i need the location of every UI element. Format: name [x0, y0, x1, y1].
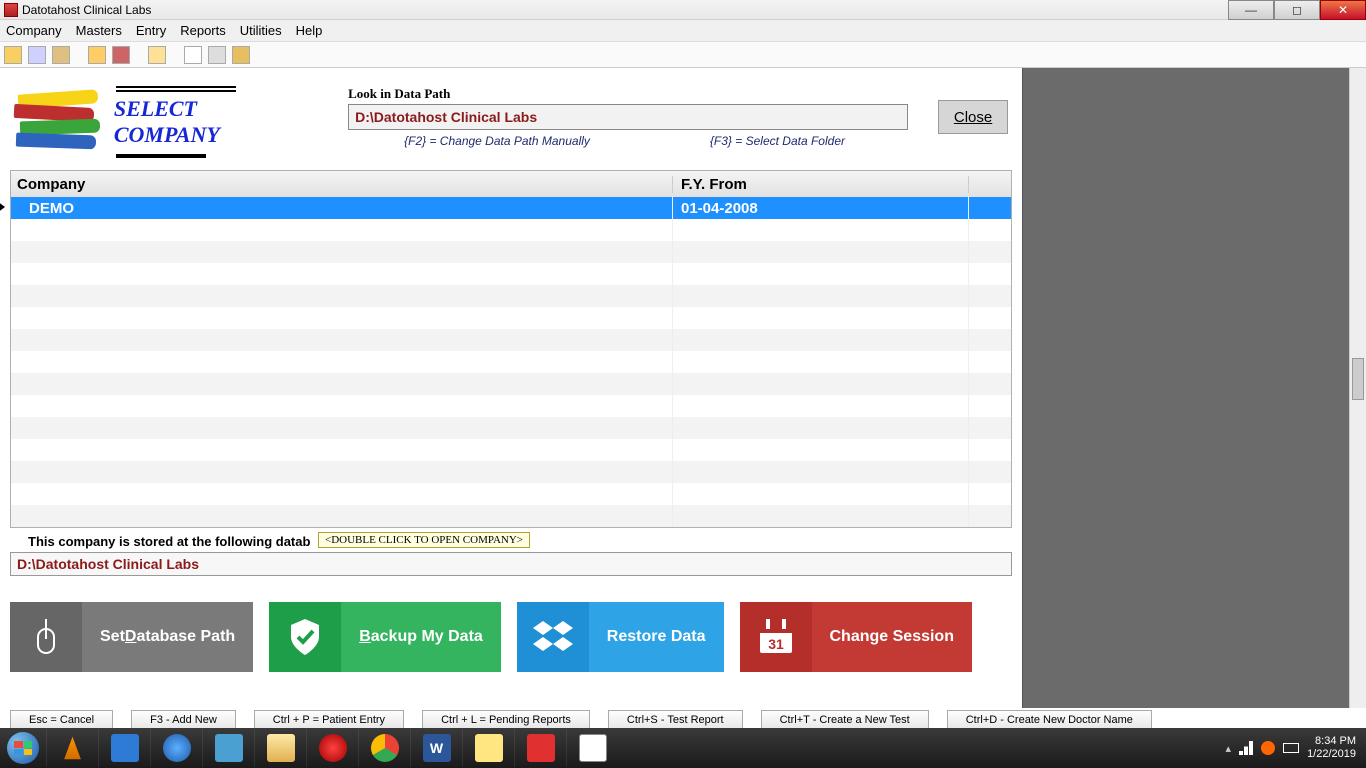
window-title: Datotahost Clinical Labs — [22, 3, 151, 17]
shortcut-bar: Esc = Cancel F3 - Add New Ctrl + P = Pat… — [0, 708, 1366, 728]
stored-label: This company is stored at the following … — [28, 534, 310, 549]
change-session-button[interactable]: 31 Change Session — [740, 602, 972, 672]
toolbar-icon-2[interactable] — [28, 46, 46, 64]
shortcut-esc[interactable]: Esc = Cancel — [10, 710, 113, 728]
menu-utilities[interactable]: Utilities — [240, 23, 282, 38]
taskbar-app-red[interactable] — [514, 729, 566, 767]
col-company[interactable]: Company — [11, 176, 673, 193]
taskbar-app-notes[interactable] — [462, 729, 514, 767]
menu-reports[interactable]: Reports — [180, 23, 226, 38]
toolbar — [0, 42, 1366, 68]
taskbar-app-opera[interactable] — [306, 729, 358, 767]
toolbar-icon-5[interactable] — [112, 46, 130, 64]
menu-entry[interactable]: Entry — [136, 23, 166, 38]
toolbar-icon-7[interactable] — [184, 46, 202, 64]
cell-company: DEMO — [29, 200, 74, 217]
side-gray-panel — [1022, 68, 1366, 728]
dropbox-icon — [517, 602, 589, 672]
shield-check-icon — [269, 602, 341, 672]
window-minimize-button[interactable]: — — [1228, 0, 1274, 20]
shortcut-f3[interactable]: F3 - Add New — [131, 710, 236, 728]
tray-chevron-icon[interactable]: ▴ — [1226, 742, 1232, 755]
scrollbar[interactable] — [1349, 68, 1366, 728]
mouse-icon — [10, 602, 82, 672]
taskbar-app-2[interactable] — [98, 729, 150, 767]
window-titlebar: Datotahost Clinical Labs — ◻ ✕ — [0, 0, 1366, 20]
data-path-label: Look in Data Path — [348, 86, 908, 102]
hint-f2: {F2} = Change Data Path Manually — [404, 134, 590, 148]
restore-data-button[interactable]: Restore Data — [517, 602, 724, 672]
table-row[interactable]: DEMO 01-04-2008 — [11, 197, 1011, 219]
main-panel: SELECT COMPANY Look in Data Path {F2} = … — [0, 68, 1022, 728]
tray-avast-icon[interactable] — [1261, 741, 1275, 755]
menu-help[interactable]: Help — [296, 23, 323, 38]
taskbar-app-vlc[interactable] — [46, 729, 98, 767]
calendar-icon: 31 — [740, 602, 812, 672]
taskbar-app-explorer[interactable] — [254, 729, 306, 767]
toolbar-icon-8[interactable] — [208, 46, 226, 64]
app-icon — [4, 3, 18, 17]
tray-battery-icon[interactable] — [1283, 743, 1299, 753]
tray-clock[interactable]: 8:34 PM 1/22/2019 — [1307, 735, 1356, 761]
hint-f3: {F3} = Select Data Folder — [710, 134, 845, 148]
shortcut-ctrl-l[interactable]: Ctrl + L = Pending Reports — [422, 710, 590, 728]
taskbar-app-chrome[interactable] — [358, 729, 410, 767]
svg-text:31: 31 — [768, 636, 784, 652]
shortcut-ctrl-p[interactable]: Ctrl + P = Patient Entry — [254, 710, 404, 728]
window-maximize-button[interactable]: ◻ — [1274, 0, 1320, 20]
shortcut-ctrl-s[interactable]: Ctrl+S - Test Report — [608, 710, 743, 728]
toolbar-icon-6[interactable] — [148, 46, 166, 64]
toolbar-icon-3[interactable] — [52, 46, 70, 64]
close-button[interactable]: Close — [938, 100, 1008, 134]
cell-fy: 01-04-2008 — [681, 200, 758, 217]
data-path-input[interactable] — [348, 104, 908, 130]
shortcut-ctrl-t[interactable]: Ctrl+T - Create a New Test — [761, 710, 929, 728]
taskbar-app-current[interactable] — [566, 729, 618, 767]
taskbar-app-word[interactable]: W — [410, 729, 462, 767]
backup-my-data-button[interactable]: Backup My Data — [269, 602, 501, 672]
shortcut-ctrl-d[interactable]: Ctrl+D - Create New Doctor Name — [947, 710, 1152, 728]
col-fy-from[interactable]: F.Y. From — [673, 176, 969, 193]
menu-company[interactable]: Company — [6, 23, 62, 38]
window-close-button[interactable]: ✕ — [1320, 0, 1366, 20]
toolbar-icon-1[interactable] — [4, 46, 22, 64]
menu-bar: Company Masters Entry Reports Utilities … — [0, 20, 1366, 42]
double-click-hint: <DOUBLE CLICK TO OPEN COMPANY> — [318, 532, 530, 548]
toolbar-icon-4[interactable] — [88, 46, 106, 64]
set-database-path-button[interactable]: Set Database Path — [10, 602, 253, 672]
page-title: SELECT COMPANY — [114, 92, 308, 152]
start-button[interactable] — [0, 728, 46, 768]
books-icon — [14, 86, 104, 156]
stored-path-display: D:\Datotahost Clinical Labs — [10, 552, 1012, 576]
company-table: Company F.Y. From DEMO 01-04-2008 — [10, 170, 1012, 528]
menu-masters[interactable]: Masters — [76, 23, 122, 38]
taskbar-app-ie[interactable] — [150, 729, 202, 767]
taskbar: W ▴ 8:34 PM 1/22/2019 — [0, 728, 1366, 768]
taskbar-app-4[interactable] — [202, 729, 254, 767]
toolbar-icon-9[interactable] — [232, 46, 250, 64]
tray-network-icon[interactable] — [1239, 741, 1253, 755]
